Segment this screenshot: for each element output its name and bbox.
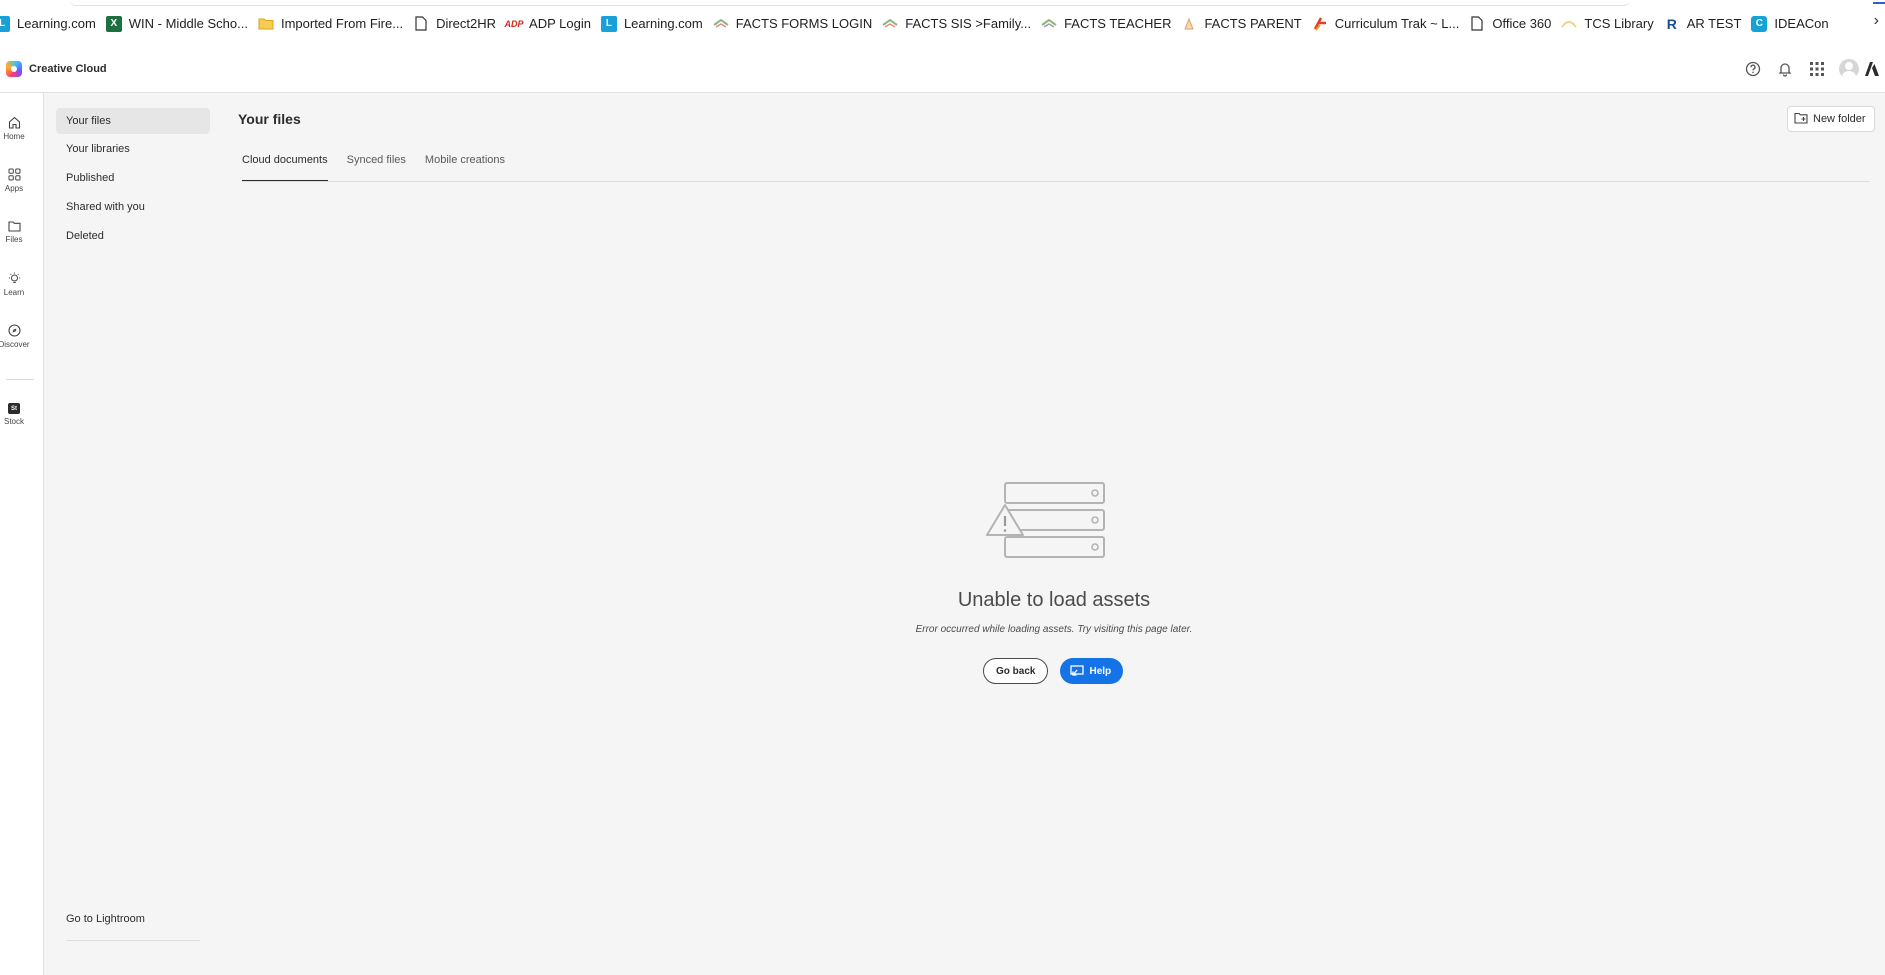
- tcs-icon: [1561, 16, 1578, 32]
- extension-indicator: [1873, 0, 1885, 4]
- page-icon: [1469, 16, 1485, 32]
- new-folder-button[interactable]: New folder: [1787, 106, 1875, 132]
- ideacon-icon: C: [1751, 15, 1768, 32]
- excel-icon: X: [105, 15, 122, 32]
- rail-item-discover[interactable]: Discover: [0, 324, 30, 349]
- avatar[interactable]: [1833, 53, 1865, 85]
- tab-mobile-creations[interactable]: Mobile creations: [425, 152, 505, 182]
- facts-icon: [1041, 16, 1057, 32]
- bookmark-direct2hr[interactable]: Direct2HR: [413, 9, 506, 39]
- help-external-icon: [1070, 665, 1085, 676]
- lightbulb-icon: [8, 272, 20, 283]
- facts-icon: [1181, 16, 1197, 32]
- empty-state-description: Error occurred while loading assets. Try…: [915, 624, 1193, 635]
- bookmark-adp-login[interactable]: ADP ADP Login: [504, 9, 601, 39]
- subnav-footer-divider: [66, 940, 200, 941]
- rail-item-learn[interactable]: Learn: [0, 272, 28, 297]
- files-tabs: Cloud documents Synced files Mobile crea…: [242, 152, 524, 182]
- subnav-item-published[interactable]: Published: [56, 165, 210, 191]
- creative-cloud-logo-icon[interactable]: [6, 60, 22, 77]
- tab-synced-files[interactable]: Synced files: [347, 152, 406, 182]
- bookmark-office-360[interactable]: Office 360: [1469, 9, 1561, 39]
- apps-icon: [8, 168, 20, 181]
- tabs-divider: [242, 181, 1870, 182]
- adp-icon: ADP: [504, 18, 524, 29]
- app-switcher-icon[interactable]: [1801, 53, 1833, 85]
- help-icon[interactable]: [1737, 53, 1769, 85]
- user-avatar-icon: [1839, 59, 1859, 79]
- omnibox-edge: [70, 0, 1630, 6]
- bookmark-win-middle-school[interactable]: X WIN - Middle Scho...: [105, 9, 258, 39]
- subnav-item-deleted[interactable]: Deleted: [56, 223, 210, 249]
- rail-item-stock[interactable]: St Stock: [0, 403, 28, 426]
- bookmark-facts-forms-login[interactable]: FACTS FORMS LOGIN: [713, 9, 883, 39]
- facts-icon: [713, 16, 729, 32]
- bookmarks-bar: L Learning.com X WIN - Middle Scho... Im…: [0, 0, 1885, 45]
- subnav-item-shared-with-you[interactable]: Shared with you: [56, 194, 210, 220]
- header-actions: [1737, 45, 1885, 93]
- adobe-logo-icon[interactable]: [1865, 53, 1885, 85]
- bookmark-imported-from-firefox[interactable]: Imported From Fire...: [258, 9, 413, 39]
- curriculum-trak-icon: [1312, 16, 1328, 32]
- rail-item-home[interactable]: Home: [0, 116, 28, 141]
- bookmark-ideacon[interactable]: C IDEACon: [1751, 9, 1838, 39]
- learning-icon: L: [0, 15, 10, 32]
- bookmark-tcs-library[interactable]: TCS Library: [1561, 9, 1663, 39]
- empty-state-actions: Go back Help: [983, 658, 1124, 684]
- folder-icon: [7, 221, 21, 232]
- facts-icon: [882, 16, 898, 32]
- app-header: Creative Cloud: [0, 45, 1885, 93]
- home-icon: [8, 116, 20, 129]
- folder-icon: [258, 16, 274, 32]
- stock-icon: St: [8, 403, 20, 414]
- bookmark-curriculum-trak[interactable]: Curriculum Trak ~ L...: [1312, 9, 1470, 39]
- go-to-lightroom-link[interactable]: Go to Lightroom: [66, 913, 145, 925]
- app-title[interactable]: Creative Cloud: [29, 63, 107, 75]
- tab-cloud-documents[interactable]: Cloud documents: [242, 152, 328, 182]
- new-folder-icon: [1794, 112, 1808, 127]
- bookmark-learning-com-2[interactable]: L Learning.com: [600, 9, 713, 39]
- compass-icon: [7, 324, 21, 337]
- page-icon: [413, 16, 429, 32]
- rail-item-files[interactable]: Files: [0, 220, 28, 244]
- bookmark-facts-sis-family[interactable]: FACTS SIS >Family...: [882, 9, 1041, 39]
- ar-icon: R: [1666, 15, 1677, 32]
- bookmark-ar-test[interactable]: R AR TEST: [1664, 9, 1752, 39]
- bookmark-facts-parent[interactable]: FACTS PARENT: [1181, 9, 1311, 39]
- chevron-right-icon[interactable]: ›: [1874, 12, 1879, 30]
- rail-item-apps[interactable]: Apps: [0, 168, 28, 193]
- subnav-item-your-files[interactable]: Your files: [56, 108, 210, 134]
- learning-icon: L: [600, 15, 617, 32]
- empty-state-title: Unable to load assets: [957, 589, 1151, 611]
- server-warning-icon: [986, 482, 1105, 558]
- bookmark-facts-teacher[interactable]: FACTS TEACHER: [1041, 9, 1181, 39]
- bookmark-learning-com[interactable]: L Learning.com: [0, 9, 106, 39]
- rail-divider: [6, 379, 34, 380]
- bell-icon[interactable]: [1769, 53, 1801, 85]
- help-button[interactable]: Help: [1060, 658, 1124, 684]
- subnav-item-your-libraries[interactable]: Your libraries: [56, 136, 210, 162]
- files-subnav: Your files Your libraries Published Shar…: [44, 93, 224, 975]
- page-title: Your files: [238, 111, 301, 127]
- go-back-button[interactable]: Go back: [983, 658, 1049, 684]
- left-rail: Home Apps Files Learn Discover St Stock: [0, 93, 44, 975]
